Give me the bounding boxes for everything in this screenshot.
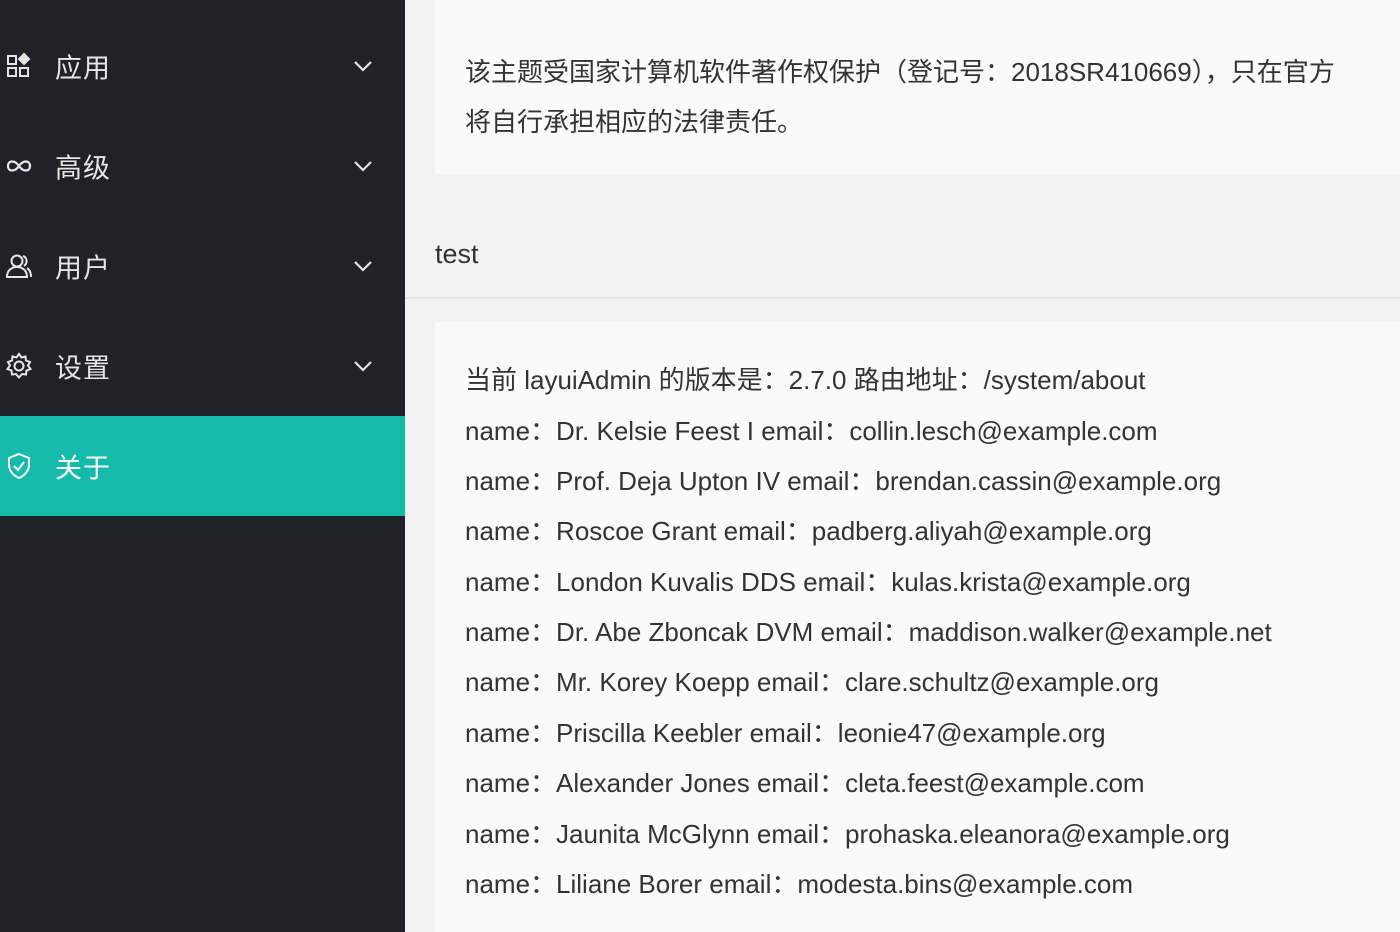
chevron-down-icon	[350, 153, 376, 179]
chevron-down-icon	[350, 253, 376, 279]
app-grid-icon	[4, 51, 34, 81]
shield-check-icon	[4, 451, 34, 481]
list-item: name：Priscilla Keebler email：leonie47@ex…	[465, 718, 1106, 748]
sidebar-item-label: 应用	[55, 53, 111, 84]
notice-line-1: 该主题受国家计算机软件著作权保护（登记号：2018SR410669），只在官方	[465, 57, 1335, 87]
sidebar-item-about[interactable]: 关于	[0, 416, 405, 516]
main-content: 该主题受国家计算机软件著作权保护（登记号：2018SR410669），只在官方 …	[405, 0, 1400, 932]
list-item: name：Dr. Kelsie Feest I email：collin.les…	[465, 416, 1158, 446]
version-line: 当前 layuiAdmin 的版本是：2.7.0 路由地址：/system/ab…	[465, 365, 1146, 395]
sidebar-item-settings[interactable]: 设置	[0, 316, 405, 416]
list-item: name：London Kuvalis DDS email：kulas.kris…	[465, 567, 1191, 597]
sidebar-item-label: 高级	[55, 153, 111, 184]
list-item: name：Liliane Borer email：modesta.bins@ex…	[465, 869, 1134, 899]
list-item: name：Jaunita McGlynn email：prohaska.elea…	[465, 819, 1230, 849]
list-item: name：Roscoe Grant email：padberg.aliyah@e…	[465, 516, 1152, 546]
info-card: 当前 layuiAdmin 的版本是：2.7.0 路由地址：/system/ab…	[435, 322, 1400, 932]
sidebar-item-advanced[interactable]: 高级	[0, 116, 405, 216]
sidebar-item-label: 设置	[55, 353, 111, 384]
copyright-notice-card: 该主题受国家计算机软件著作权保护（登记号：2018SR410669），只在官方 …	[435, 0, 1400, 174]
list-item: name：Alexander Jones email：cleta.feest@e…	[465, 768, 1145, 798]
section-header: test	[405, 213, 1400, 299]
infinity-icon	[4, 151, 34, 181]
notice-line-2: 将自行承担相应的法律责任。	[465, 107, 804, 137]
section-title: test	[435, 239, 479, 269]
user-icon	[4, 251, 34, 281]
list-item: name：Prof. Deja Upton IV email：brendan.c…	[465, 466, 1222, 496]
sidebar: 应用 高级 用户 设置 关于	[0, 0, 405, 932]
sidebar-item-user[interactable]: 用户	[0, 216, 405, 316]
sidebar-item-label: 用户	[55, 253, 111, 284]
chevron-down-icon	[350, 53, 376, 79]
sidebar-item-label: 关于	[55, 453, 111, 484]
gear-icon	[4, 351, 34, 381]
sidebar-item-app[interactable]: 应用	[0, 16, 405, 116]
list-item: name：Mr. Korey Koepp email：clare.schultz…	[465, 667, 1160, 697]
list-item: name：Dr. Abe Zboncak DVM email：maddison.…	[465, 617, 1272, 647]
chevron-down-icon	[350, 353, 376, 379]
